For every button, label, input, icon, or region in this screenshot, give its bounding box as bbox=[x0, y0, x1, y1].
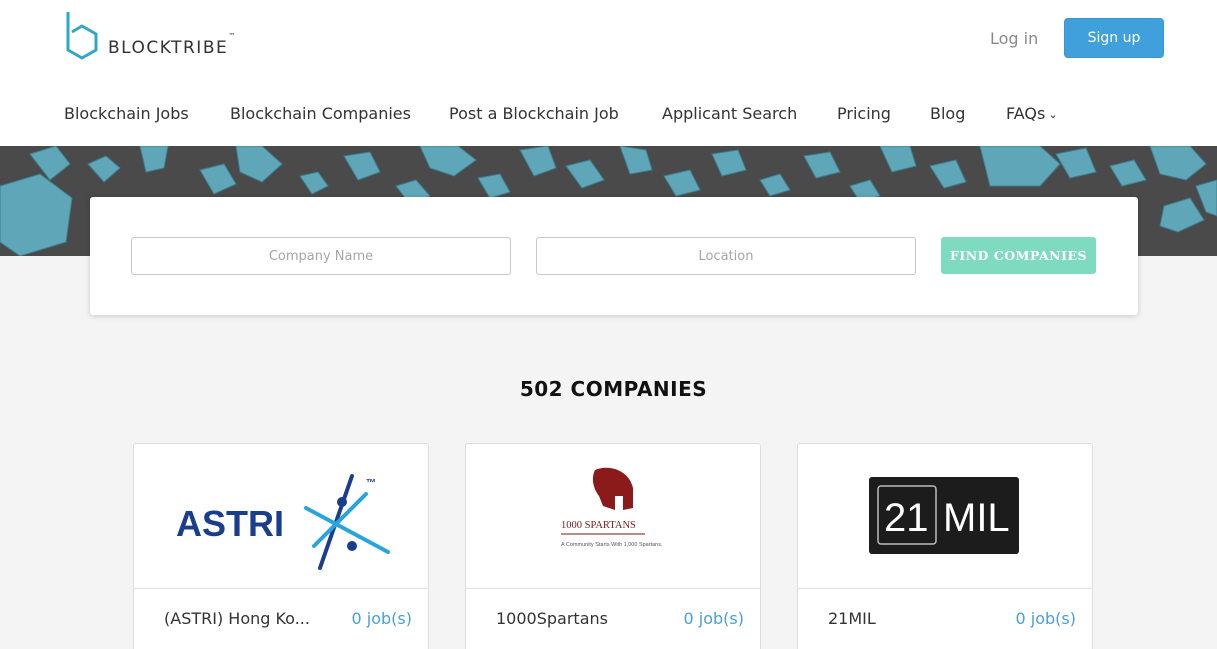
nav-faqs[interactable]: FAQs ⌄ bbox=[1006, 104, 1058, 123]
company-logo: ASTRI ™ bbox=[134, 444, 428, 589]
nav-blog[interactable]: Blog bbox=[930, 104, 965, 123]
company-jobs-link[interactable]: 0 job(s) bbox=[1016, 609, 1076, 628]
astri-tm-text: ™ bbox=[366, 478, 376, 489]
21mil-logo-word: MIL bbox=[943, 496, 1010, 540]
nav-faqs-label: FAQs bbox=[1006, 104, 1046, 123]
company-jobs-link[interactable]: 0 job(s) bbox=[352, 609, 412, 628]
location-input[interactable] bbox=[536, 237, 916, 275]
21mil-logo-number: 21 bbox=[884, 496, 929, 540]
brand-logo[interactable]: BLOCKTRIBE™ bbox=[64, 10, 235, 68]
nav-blockchain-companies[interactable]: Blockchain Companies bbox=[230, 104, 411, 123]
login-link[interactable]: Log in bbox=[990, 29, 1038, 48]
companies-count: 502 COMPANIES bbox=[519, 377, 708, 401]
company-card[interactable]: ASTRI ™ (ASTRI) Hong Ko... 0 job(s) bbox=[133, 443, 429, 649]
spartans-logo-tagline: A Community Starts With 1,000 Spartans. bbox=[561, 542, 663, 548]
nav-blockchain-jobs[interactable]: Blockchain Jobs bbox=[64, 104, 189, 123]
nav-applicant-search[interactable]: Applicant Search bbox=[662, 104, 797, 123]
company-name[interactable]: (ASTRI) Hong Ko... bbox=[164, 609, 310, 628]
find-companies-button[interactable]: FIND COMPANIES bbox=[941, 237, 1096, 274]
blocktribe-logo-icon bbox=[66, 12, 98, 60]
company-logo: 21 MIL bbox=[798, 444, 1092, 589]
21mil-logo: 21 MIL bbox=[869, 477, 1019, 554]
astri-logo-text: ASTRI bbox=[176, 503, 284, 544]
astri-logo: ASTRI ™ bbox=[176, 474, 390, 570]
company-name-input[interactable] bbox=[131, 237, 511, 275]
brand-name: BLOCKTRIBE™ bbox=[108, 32, 236, 58]
nav-post-job[interactable]: Post a Blockchain Job bbox=[449, 104, 619, 123]
company-name[interactable]: 21MIL bbox=[828, 609, 876, 628]
company-jobs-link[interactable]: 0 job(s) bbox=[684, 609, 744, 628]
company-card[interactable]: 1000 SPARTANS A Community Starts With 1,… bbox=[465, 443, 761, 649]
chevron-down-icon: ⌄ bbox=[1048, 108, 1058, 121]
nav-pricing[interactable]: Pricing bbox=[837, 104, 891, 123]
company-name[interactable]: 1000Spartans bbox=[496, 609, 608, 628]
signup-button[interactable]: Sign up bbox=[1064, 18, 1164, 58]
spartan-helmet-logo: 1000 SPARTANS A Community Starts With 1,… bbox=[561, 467, 663, 548]
company-logo: 1000 SPARTANS A Community Starts With 1,… bbox=[466, 444, 760, 589]
spartans-logo-title: 1000 SPARTANS bbox=[561, 520, 636, 531]
search-panel: FIND COMPANIES bbox=[90, 197, 1138, 315]
company-card[interactable]: 21 MIL 21MIL 0 job(s) bbox=[797, 443, 1093, 649]
site-header: BLOCKTRIBE™ Log in Sign up Blockchain Jo… bbox=[0, 0, 1217, 146]
